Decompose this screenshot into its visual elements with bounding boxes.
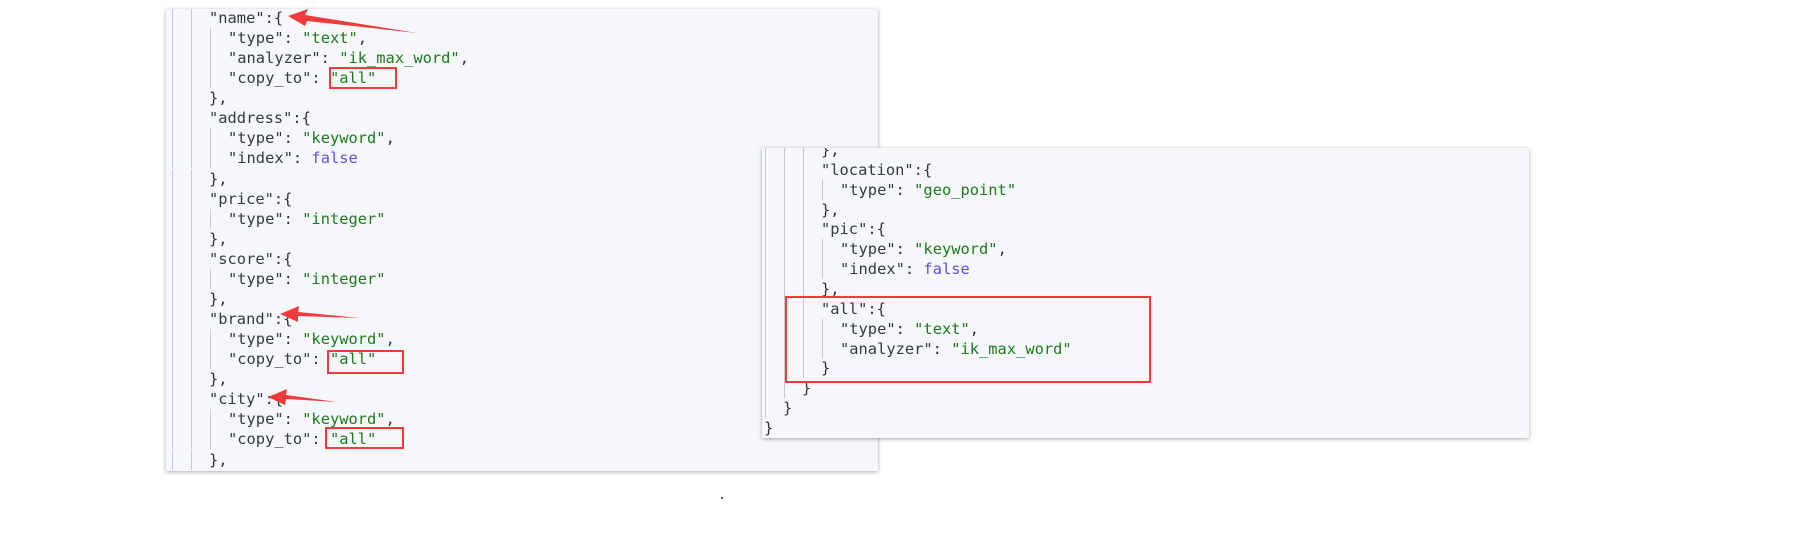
arrow-icon-city bbox=[268, 389, 337, 405]
arrow-icon-brand bbox=[280, 306, 360, 322]
arrow-icon-name bbox=[288, 9, 417, 33]
annotation-arrows bbox=[268, 9, 417, 405]
stray-dot bbox=[721, 497, 723, 499]
